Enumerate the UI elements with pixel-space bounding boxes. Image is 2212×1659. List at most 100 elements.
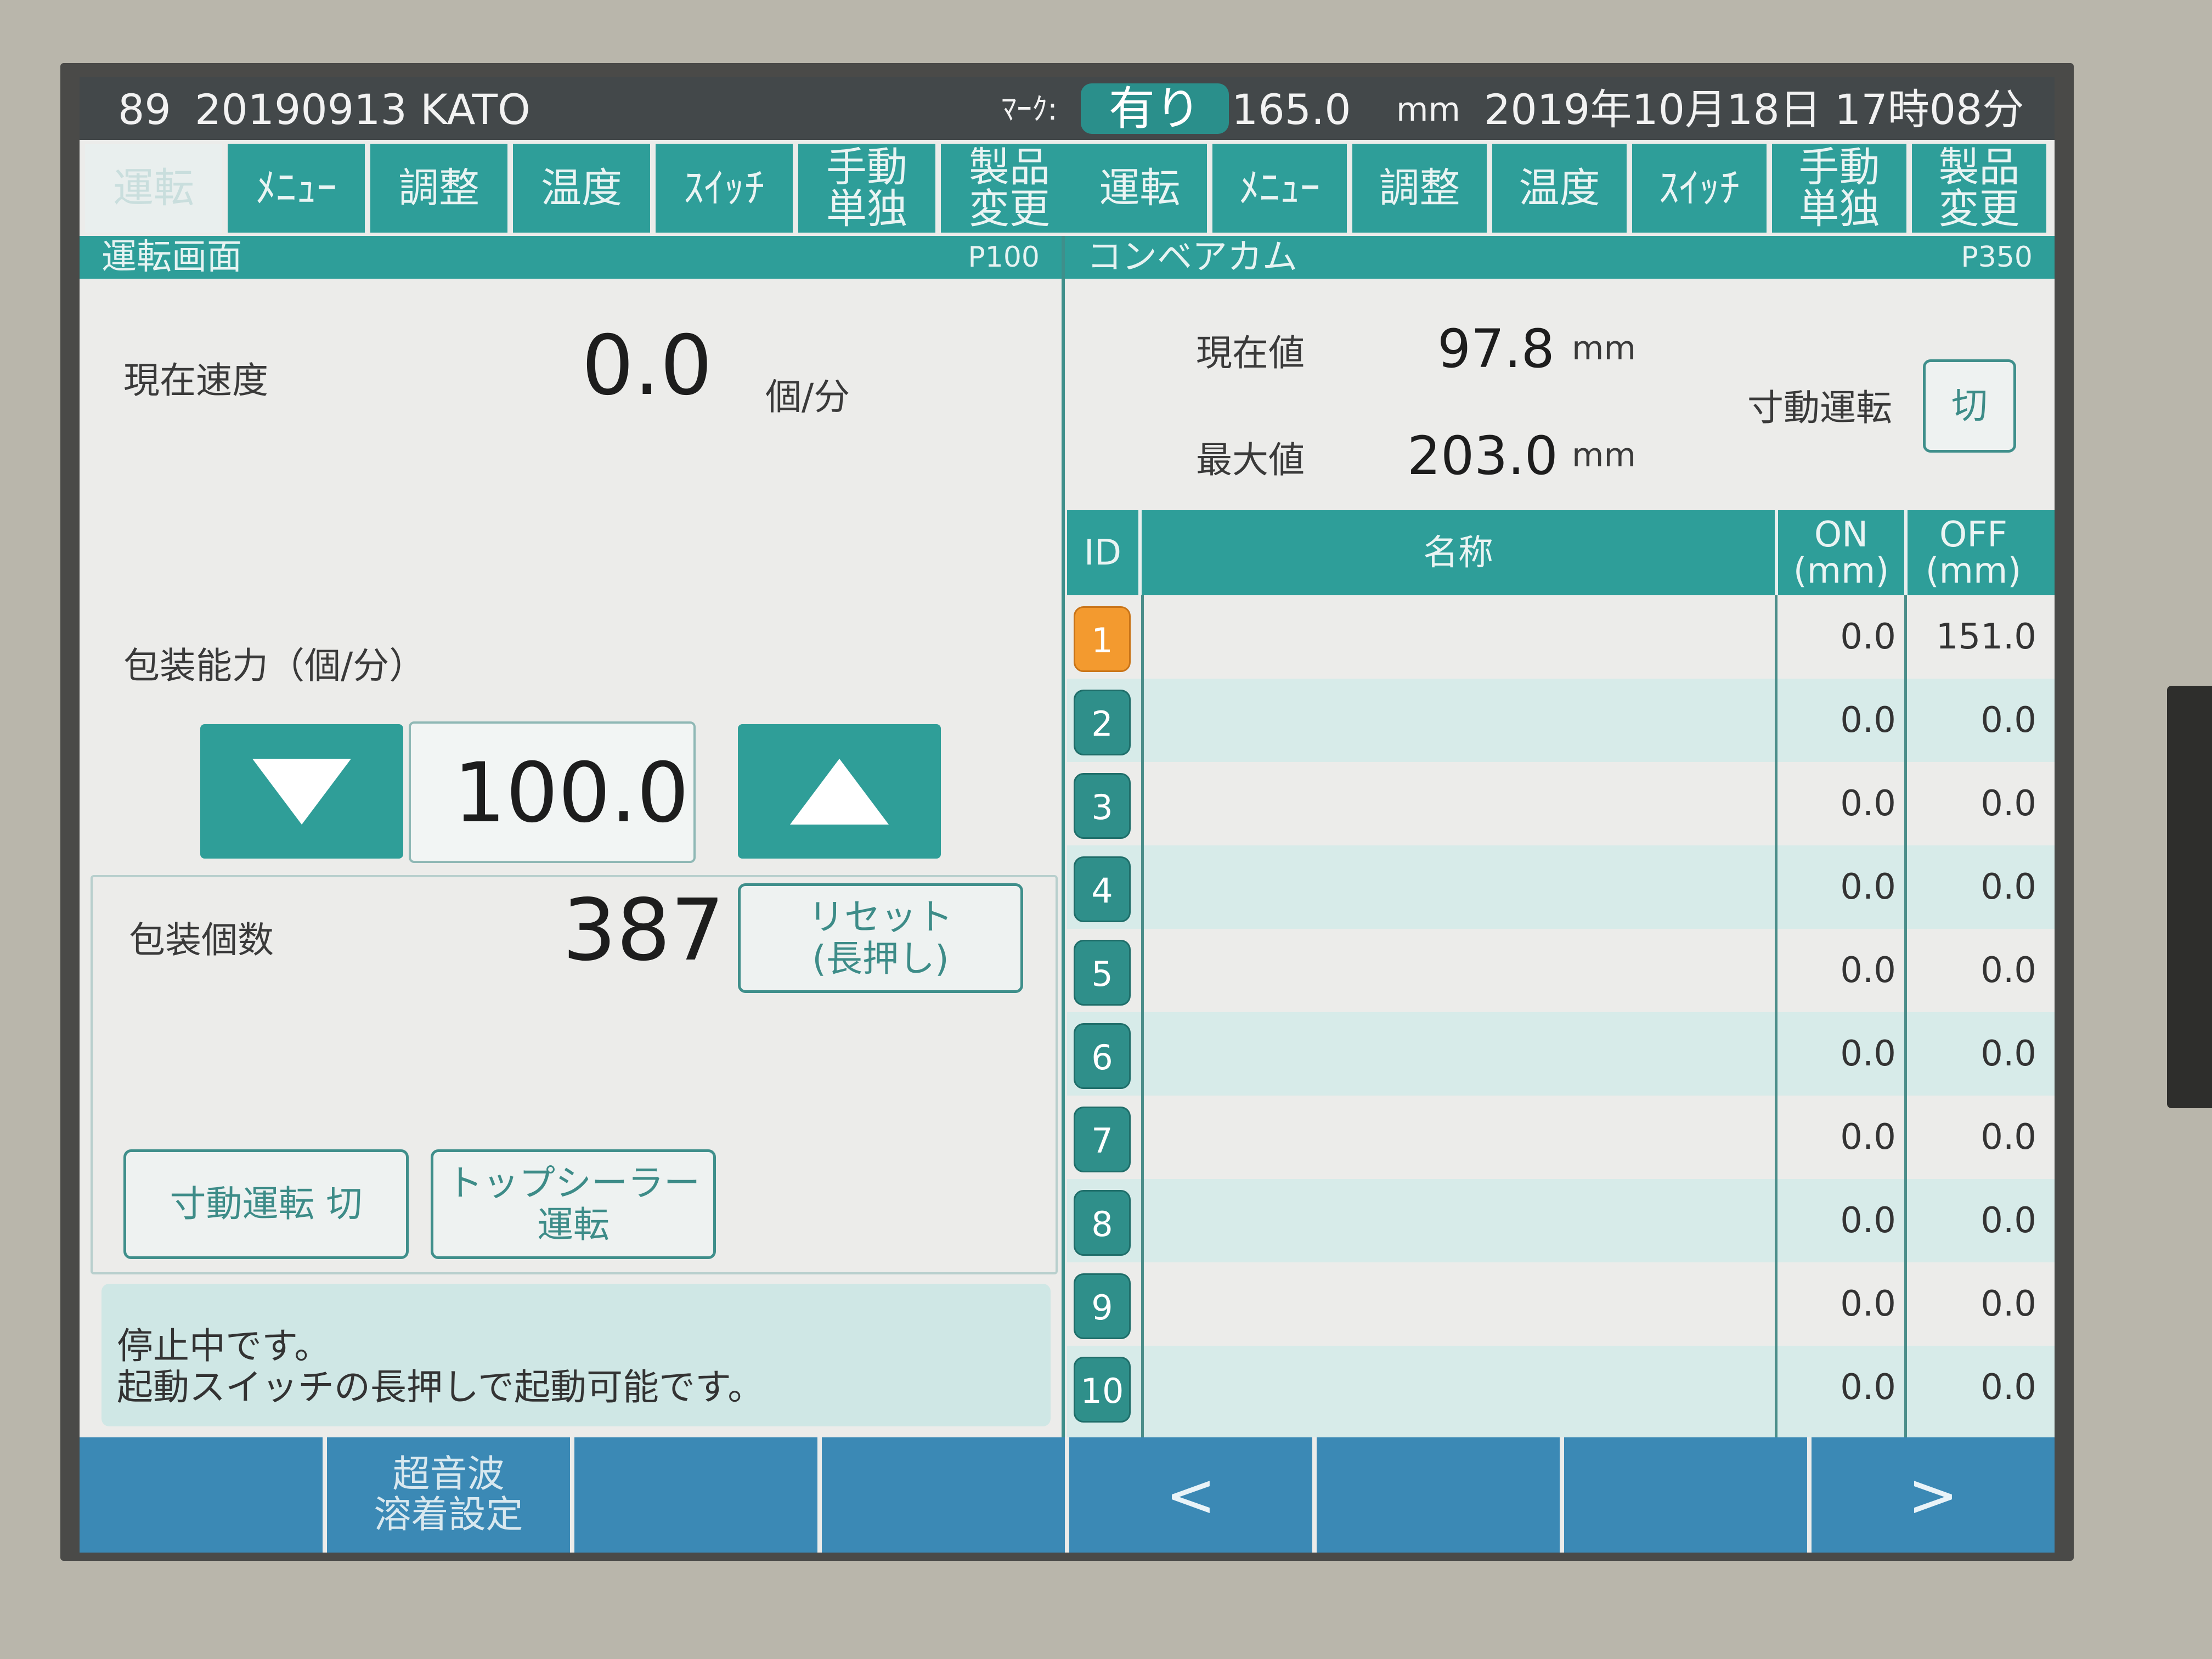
row-off-value[interactable]: 0.0: [1908, 929, 2036, 1012]
mark-label: ﾏｰｸ:: [1001, 92, 1058, 127]
tab-product-change[interactable]: 製品 変更: [1912, 144, 2046, 233]
row-off-value[interactable]: 0.0: [1908, 1262, 2036, 1346]
jog-toggle-button[interactable]: 切: [1923, 359, 2016, 453]
tab-temperature[interactable]: 温度: [513, 144, 650, 233]
jog-toggle-label: 切: [1951, 385, 1988, 427]
chevron-left-icon: <: [1165, 1460, 1216, 1530]
section-code: P350: [1961, 241, 2033, 274]
tab-menu[interactable]: ﾒﾆｭｰ: [228, 144, 365, 233]
tab-adjust[interactable]: 調整: [1352, 144, 1487, 233]
tab-adjust[interactable]: 調整: [370, 144, 507, 233]
cam-table-header: ID 名称 ON (mm) OFF (mm): [1067, 510, 2055, 595]
capacity-value-box[interactable]: 100.0: [409, 721, 696, 863]
tab-run[interactable]: 運転: [85, 144, 222, 233]
tab-bar-right: 運転 ﾒﾆｭｰ 調整 温度 ｽｲｯﾁ 手動 単独 製品 変更: [1073, 144, 2046, 233]
function-key-bar: 超音波 溶着設定 < >: [80, 1437, 2055, 1553]
capacity-increase-button[interactable]: [738, 724, 941, 859]
function-key-7[interactable]: [1564, 1437, 1807, 1553]
top-sealer-sublabel: 運転: [537, 1204, 610, 1246]
max-value-unit: mm: [1572, 436, 1636, 475]
up-arrow-icon: [790, 758, 889, 825]
row-name[interactable]: [1144, 1179, 1769, 1262]
row-on-value[interactable]: 0.0: [1778, 1346, 1896, 1429]
section-title: コンベアカム: [1087, 237, 1297, 278]
row-off-value[interactable]: 0.0: [1908, 762, 2036, 845]
row-on-value[interactable]: 0.0: [1778, 1096, 1896, 1179]
tab-product-change[interactable]: 製品 変更: [941, 144, 1078, 233]
function-key-6[interactable]: [1317, 1437, 1560, 1553]
row-off-value[interactable]: 0.0: [1908, 1012, 2036, 1096]
tab-label: 手動 単独: [1798, 144, 1880, 233]
tab-switch[interactable]: ｽｲｯﾁ: [656, 144, 793, 233]
tab-run[interactable]: 運転: [1073, 144, 1207, 233]
function-key-1[interactable]: [80, 1437, 323, 1553]
row-name[interactable]: [1144, 1346, 1769, 1429]
tab-label: 温度: [1519, 165, 1600, 212]
row-on-value[interactable]: 0.0: [1778, 595, 1896, 679]
tab-switch[interactable]: ｽｲｯﾁ: [1632, 144, 1767, 233]
row-on-value[interactable]: 0.0: [1778, 1179, 1896, 1262]
row-id-badge[interactable]: 8: [1074, 1190, 1131, 1256]
max-value: 203.0: [1407, 425, 1558, 487]
chevron-right-icon: >: [1908, 1460, 1959, 1530]
tab-bar-left: 運転 ﾒﾆｭｰ 調整 温度 ｽｲｯﾁ 手動 単独 製品 変更: [85, 144, 1078, 233]
tab-temperature[interactable]: 温度: [1492, 144, 1627, 233]
row-id-badge[interactable]: 6: [1074, 1023, 1131, 1089]
row-id-badge[interactable]: 3: [1074, 773, 1131, 839]
row-id-badge[interactable]: 7: [1074, 1107, 1131, 1172]
tab-label: 運転: [1099, 165, 1181, 212]
row-name[interactable]: [1144, 595, 1769, 679]
tab-label: 調整: [1379, 165, 1460, 212]
length-unit: mm: [1396, 91, 1460, 129]
previous-page-button[interactable]: <: [1069, 1437, 1312, 1553]
function-key-3[interactable]: [574, 1437, 817, 1553]
side-clip: [2167, 686, 2212, 1108]
reset-button[interactable]: リセット (長押し): [738, 883, 1023, 993]
current-position-unit: mm: [1572, 329, 1636, 368]
ultrasonic-welding-settings-button[interactable]: 超音波 溶着設定: [327, 1437, 570, 1553]
row-name[interactable]: [1144, 1012, 1769, 1096]
status-bar: 89 20190913 KATO ﾏｰｸ: 有り 165.0 mm 2019年1…: [80, 77, 2055, 140]
row-off-value[interactable]: 0.0: [1908, 1096, 2036, 1179]
row-id-badge[interactable]: 10: [1074, 1357, 1131, 1423]
row-on-value[interactable]: 0.0: [1778, 762, 1896, 845]
status-message-box: 停止中です。 起動スイッチの長押しで起動可能です。: [101, 1284, 1051, 1426]
tab-label: ﾒﾆｭｰ: [1239, 165, 1321, 212]
tab-manual[interactable]: 手動 単独: [798, 144, 935, 233]
row-off-value[interactable]: 151.0: [1908, 595, 2036, 679]
tab-label: 温度: [541, 165, 622, 212]
current-position-label: 現在値: [1196, 332, 1305, 374]
row-on-value[interactable]: 0.0: [1778, 1012, 1896, 1096]
row-name[interactable]: [1144, 929, 1769, 1012]
status-message-line2: 起動スイッチの長押しで起動可能です。: [117, 1366, 764, 1408]
row-name[interactable]: [1144, 1262, 1769, 1346]
jog-run-button[interactable]: 寸動運転 切: [123, 1149, 409, 1259]
tab-label: 調整: [398, 165, 479, 212]
jog-run-label: 寸動運転 切: [170, 1183, 363, 1225]
row-name[interactable]: [1144, 1096, 1769, 1179]
row-on-value[interactable]: 0.0: [1778, 1262, 1896, 1346]
function-key-4[interactable]: [822, 1437, 1065, 1553]
row-on-value[interactable]: 0.0: [1778, 929, 1896, 1012]
down-arrow-icon: [252, 758, 351, 825]
row-off-value[interactable]: 0.0: [1908, 679, 2036, 762]
row-name[interactable]: [1144, 679, 1769, 762]
capacity-decrease-button[interactable]: [200, 724, 403, 859]
row-id-badge[interactable]: 4: [1074, 856, 1131, 922]
tab-menu[interactable]: ﾒﾆｭｰ: [1212, 144, 1347, 233]
row-name[interactable]: [1144, 845, 1769, 929]
tab-manual[interactable]: 手動 単独: [1772, 144, 1906, 233]
row-id-badge[interactable]: 1: [1074, 606, 1131, 672]
current-speed-value: 0.0: [582, 318, 713, 414]
row-off-value[interactable]: 0.0: [1908, 1179, 2036, 1262]
row-off-value[interactable]: 0.0: [1908, 1346, 2036, 1429]
row-on-value[interactable]: 0.0: [1778, 679, 1896, 762]
next-page-button[interactable]: >: [1812, 1437, 2055, 1553]
row-id-badge[interactable]: 9: [1074, 1273, 1131, 1339]
row-off-value[interactable]: 0.0: [1908, 845, 2036, 929]
row-on-value[interactable]: 0.0: [1778, 845, 1896, 929]
row-id-badge[interactable]: 5: [1074, 940, 1131, 1006]
top-sealer-button[interactable]: トップシーラー 運転: [431, 1149, 716, 1259]
row-id-badge[interactable]: 2: [1074, 690, 1131, 755]
row-name[interactable]: [1144, 762, 1769, 845]
